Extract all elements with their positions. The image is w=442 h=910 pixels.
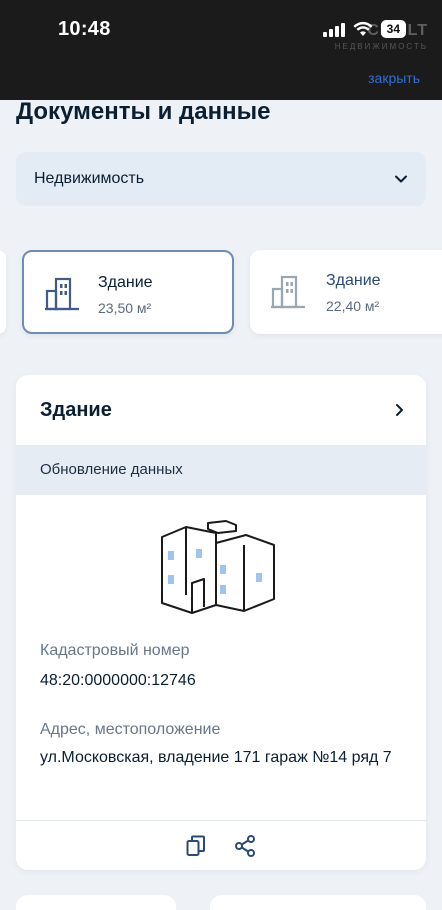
next-card-stub xyxy=(210,895,426,910)
status-time: 10:48 xyxy=(58,18,111,40)
object-card[interactable]: Здание 22,40 м² xyxy=(250,250,442,334)
cadastral-number-value: 48:20:0000000:12746 xyxy=(40,672,196,689)
building-icon xyxy=(45,277,79,311)
object-area: 23,50 м² xyxy=(98,300,152,316)
object-title: Здание xyxy=(326,272,381,289)
cadastral-number-label: Кадастровый номер xyxy=(40,642,190,659)
page-title: Документы и данные xyxy=(16,98,271,125)
wifi-icon xyxy=(353,21,373,36)
divider xyxy=(16,820,426,821)
object-detail-card: Здание Обновление данных Кадастровый ном… xyxy=(16,375,426,870)
status-bar: 10:48 CITYLT НЕДВИЖИМОСТЬ 34 закрыть xyxy=(0,0,442,100)
detail-title: Здание xyxy=(40,399,112,421)
chevron-right-icon xyxy=(396,404,403,416)
chevron-down-icon xyxy=(395,175,407,183)
update-data-label: Обновление данных xyxy=(40,461,183,478)
object-card-selected[interactable]: Здание 23,50 м² xyxy=(22,250,234,334)
share-icon[interactable] xyxy=(234,835,256,857)
watermark-subtitle: НЕДВИЖИМОСТЬ xyxy=(334,42,428,51)
battery-icon: 34 xyxy=(380,20,406,38)
close-link[interactable]: закрыть xyxy=(368,70,420,86)
category-select[interactable]: Недвижимость xyxy=(16,152,426,206)
building-illustration xyxy=(161,520,275,614)
object-card-previous[interactable] xyxy=(0,250,6,334)
signal-icon xyxy=(322,21,345,37)
detail-header[interactable]: Здание xyxy=(16,375,426,445)
update-data-bar[interactable]: Обновление данных xyxy=(16,445,426,495)
address-label: Адрес, местоположение xyxy=(40,721,221,738)
object-area: 22,40 м² xyxy=(326,298,380,314)
address-value: ул.Московская, владение 171 гараж №14 ря… xyxy=(40,749,392,766)
copy-icon[interactable] xyxy=(186,835,206,857)
building-icon xyxy=(271,275,305,309)
object-title: Здание xyxy=(98,274,153,291)
status-icons: 34 xyxy=(322,20,406,38)
next-card-stub xyxy=(16,895,176,910)
category-select-value: Недвижимость xyxy=(34,170,145,187)
